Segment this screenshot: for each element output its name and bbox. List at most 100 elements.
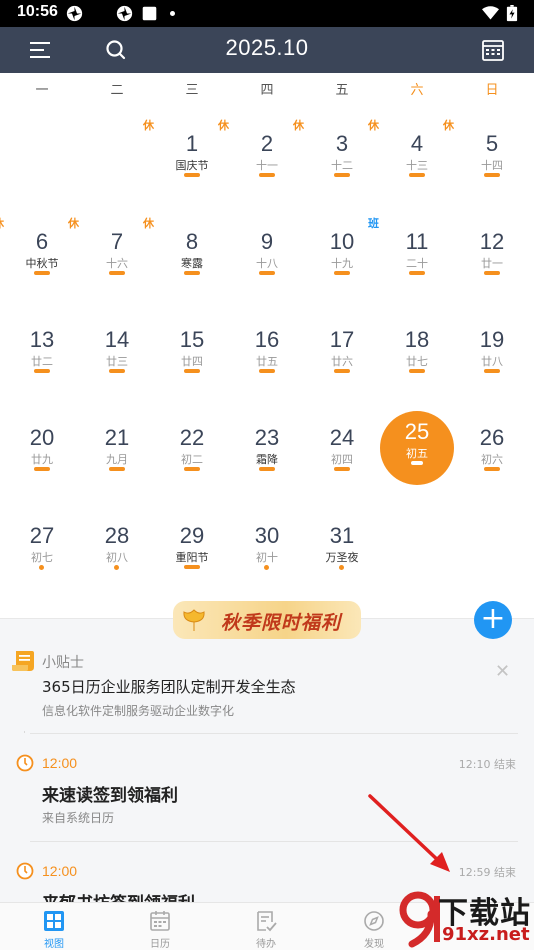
day-number: 26 [479, 425, 505, 450]
calendar-day[interactable]: 休 4 十三 [368, 101, 454, 199]
weekday-label: 四 [260, 83, 274, 98]
holiday-badge: 休 [143, 119, 154, 132]
calendar-day[interactable]: 休 3 十二 [293, 101, 379, 199]
clock-icon [16, 754, 34, 772]
tip-label: 小贴士 [42, 655, 84, 671]
pinwheel-icon [116, 5, 133, 22]
watermark-logo-icon [399, 891, 440, 948]
lunar-date: 十二 [331, 159, 353, 172]
nav-item-view[interactable]: 视图 [24, 903, 84, 950]
promo-banner[interactable]: 秋季限时福利 [173, 601, 361, 639]
day-number: 11 [405, 229, 429, 254]
weekday-label: 三 [185, 83, 199, 98]
day-number: 23 [254, 425, 280, 450]
lunar-date: 廿三 [106, 355, 128, 368]
weekday-label: 五 [335, 83, 349, 98]
nav-item-todo[interactable]: 待办 [236, 903, 296, 950]
calendar-day[interactable]: 22 初二 [155, 395, 229, 493]
calendar-day[interactable]: 10 十九 [305, 199, 379, 297]
event-indicator [484, 271, 500, 275]
event-indicator [109, 369, 125, 373]
calendar-day[interactable]: 19 廿八 [455, 297, 529, 395]
calendar-day[interactable]: 17 廿六 [305, 297, 379, 395]
weekday-label: 二 [110, 83, 124, 98]
event-indicator [109, 271, 125, 275]
lunar-date: 十六 [106, 257, 128, 270]
clock-icon [16, 862, 34, 880]
event-indicator [34, 271, 50, 275]
calendar-day[interactable]: 休 6 中秋节 [0, 199, 79, 297]
ginkgo-leaf-icon [183, 609, 205, 631]
calendar-day[interactable]: 16 廿五 [230, 297, 304, 395]
day-number: 31 [329, 523, 355, 548]
day-number: 21 [104, 425, 130, 450]
event-indicator [264, 565, 269, 570]
calendar-day[interactable]: 23 霜降 [230, 395, 304, 493]
day-number: 27 [29, 523, 55, 548]
holiday-badge: 休 [368, 119, 379, 132]
calendar-day[interactable]: 12 廿一 [455, 199, 529, 297]
calendar-day[interactable]: 休 2 十一 [218, 101, 304, 199]
calendar-day[interactable]: 20 廿九 [5, 395, 79, 493]
calendar-icon [150, 911, 170, 931]
red-arrow-annotation [368, 794, 450, 872]
nav-item-discover[interactable]: 发现 [344, 903, 404, 950]
calendar-day[interactable]: 18 廿七 [380, 297, 454, 395]
calendar-day[interactable]: 班 11 二十 [368, 199, 454, 297]
calendar-day[interactable]: 休 1 国庆节 [143, 101, 229, 199]
calendar-day[interactable]: 9 十八 [230, 199, 304, 297]
calendar-day[interactable]: 28 初八 [80, 493, 154, 591]
day-number: 15 [179, 327, 205, 352]
month-grid: 休1国庆节休2十一休3十二休4十三休5十四休6中秋节休7十六休8寒露9十八10十… [0, 101, 534, 618]
day-number: 22 [179, 425, 205, 450]
weekday-label: 六 [410, 83, 424, 98]
event-indicator [34, 369, 50, 373]
calendar-day[interactable]: 13 廿二 [5, 297, 79, 395]
calendar-day[interactable]: 31 万圣夜 [305, 493, 379, 591]
lunar-date: 初七 [31, 551, 53, 564]
day-number: 14 [104, 327, 130, 352]
day-number: 19 [479, 327, 505, 352]
calendar-day[interactable]: 休 8 寒露 [143, 199, 229, 297]
calendar-day[interactable]: 27 初七 [5, 493, 79, 591]
calendar-grid-icon[interactable] [481, 38, 505, 62]
calendar-app: 10:56 2025.10 一 二 三 四 五 六 日 休 1 国庆节 休 2 … [0, 0, 534, 950]
calendar-day[interactable]: 29 重阳节 [155, 493, 229, 591]
calendar-day[interactable]: 休 7 十六 [68, 199, 154, 297]
event-indicator [411, 461, 423, 465]
nav-label: 发现 [364, 939, 384, 950]
event-indicator [484, 173, 500, 177]
calendar-day[interactable]: 休 5 十四 [443, 101, 529, 199]
calendar-day[interactable]: 14 廿三 [80, 297, 154, 395]
lunar-date: 廿八 [481, 355, 503, 368]
calendar-day[interactable]: 30 初十 [230, 493, 304, 591]
lunar-date: 二十 [406, 257, 428, 270]
day-number: 1 [185, 131, 199, 156]
day-number: 24 [329, 425, 355, 450]
day-number: 18 [404, 327, 430, 352]
day-number: 12 [479, 229, 505, 254]
calendar-day[interactable]: 21 九月 [80, 395, 154, 493]
lunar-date: 十三 [406, 159, 428, 172]
weekday-label: 一 [35, 83, 49, 98]
calendar-day[interactable]: 24 初四 [305, 395, 379, 493]
weekday-header: 一 二 三 四 五 六 日 [0, 73, 534, 101]
event-indicator [184, 369, 200, 373]
day-number: 30 [254, 523, 280, 548]
nav-label: 视图 [44, 939, 64, 950]
divider [30, 733, 518, 734]
notification-square-icon [142, 6, 157, 21]
nav-label: 待办 [256, 939, 276, 950]
close-icon[interactable]: ✕ [495, 661, 510, 682]
nav-item-calendar[interactable]: 日历 [130, 903, 190, 950]
day-number: 6 [35, 229, 49, 254]
calendar-day[interactable]: 26 初六 [455, 395, 529, 493]
lunar-date: 霜降 [256, 453, 278, 466]
event-indicator [184, 173, 200, 177]
month-title[interactable]: 2025.10 [0, 35, 534, 61]
add-event-button[interactable]: + [474, 601, 512, 639]
calendar-day-today[interactable]: 25 初五 [380, 395, 454, 493]
calendar-day[interactable]: 15 廿四 [155, 297, 229, 395]
holiday-badge: 休 [143, 217, 154, 230]
day-number: 20 [29, 425, 55, 450]
